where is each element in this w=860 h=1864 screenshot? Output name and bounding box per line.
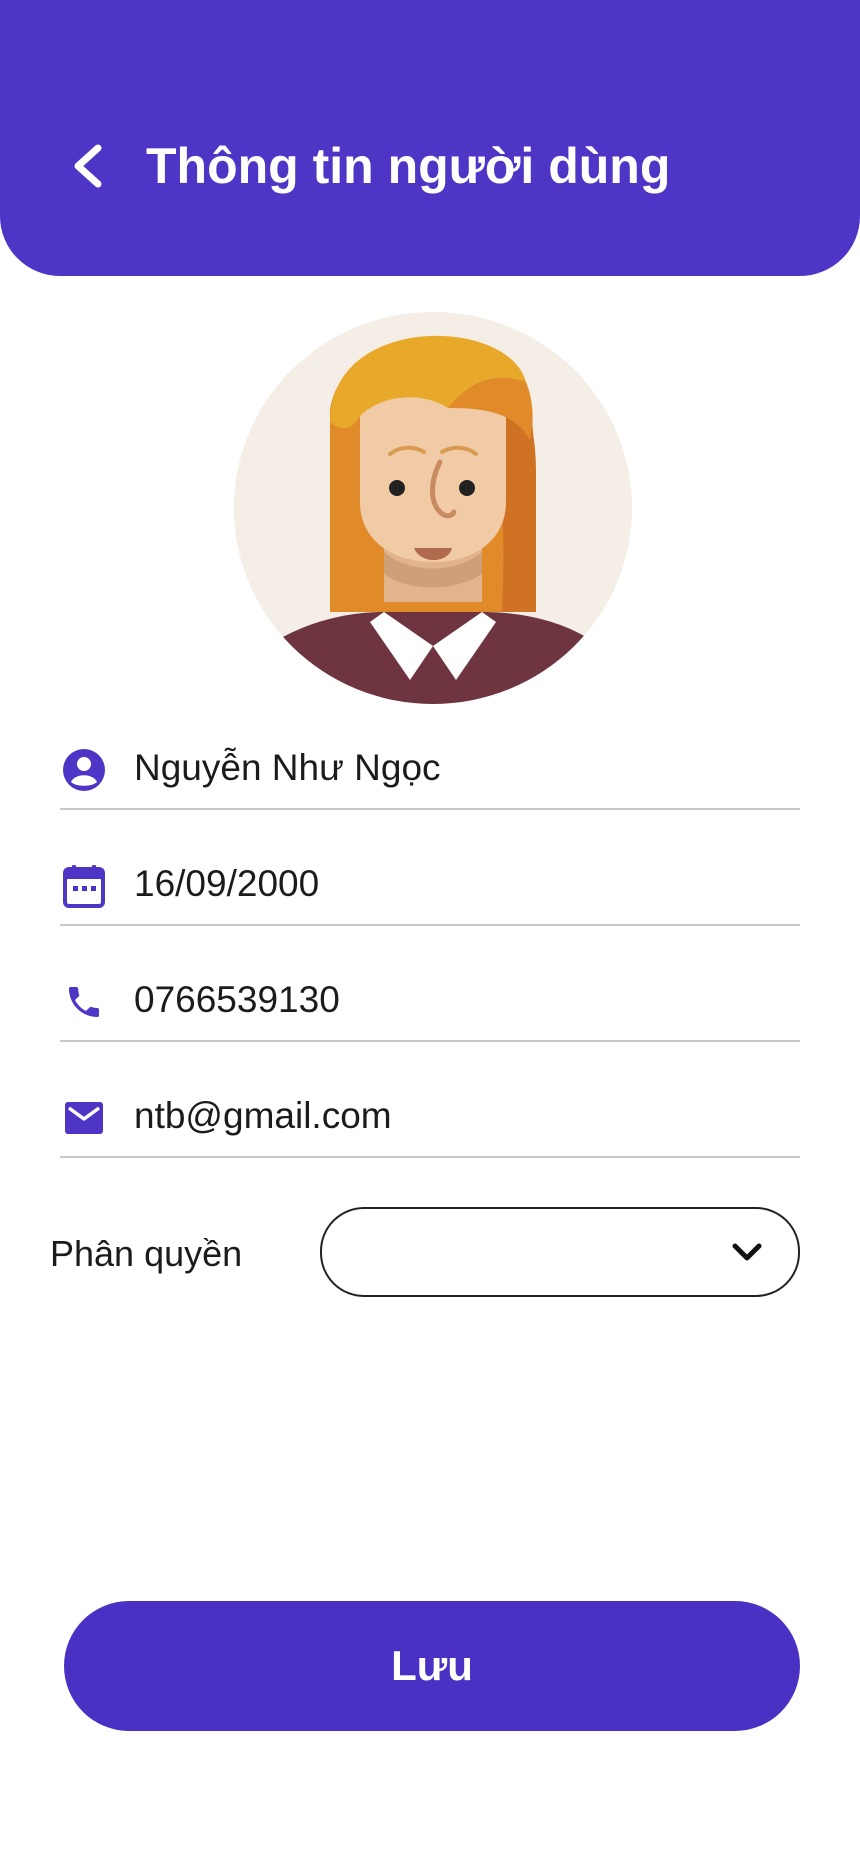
name-value: Nguyễn Như Ngọc [134, 747, 441, 788]
mail-icon [60, 1094, 108, 1142]
birthdate-value: 16/09/2000 [134, 863, 320, 904]
back-button[interactable] [62, 136, 114, 196]
chevron-left-icon [74, 144, 102, 188]
phone-value: 0766539130 [134, 979, 340, 1020]
email-field[interactable]: ntb@gmail.com [60, 1076, 800, 1158]
email-value: ntb@gmail.com [134, 1095, 392, 1136]
account-circle-icon [60, 746, 108, 794]
phone-field[interactable]: 0766539130 [60, 960, 800, 1042]
calendar-icon [60, 862, 108, 910]
save-button[interactable]: Lưu [64, 1601, 800, 1731]
name-field[interactable]: Nguyễn Như Ngọc [60, 728, 800, 810]
female-avatar-illustration [234, 312, 632, 704]
chevron-down-icon [732, 1243, 762, 1261]
save-button-label: Lưu [391, 1642, 473, 1689]
birthdate-field[interactable]: 16/09/2000 [60, 844, 800, 926]
avatar [234, 312, 632, 704]
role-dropdown[interactable] [320, 1207, 800, 1297]
app-header: Thông tin người dùng [0, 0, 860, 276]
role-label: Phân quyền [50, 1233, 243, 1274]
phone-icon [60, 978, 108, 1026]
page-title: Thông tin người dùng [146, 138, 671, 194]
